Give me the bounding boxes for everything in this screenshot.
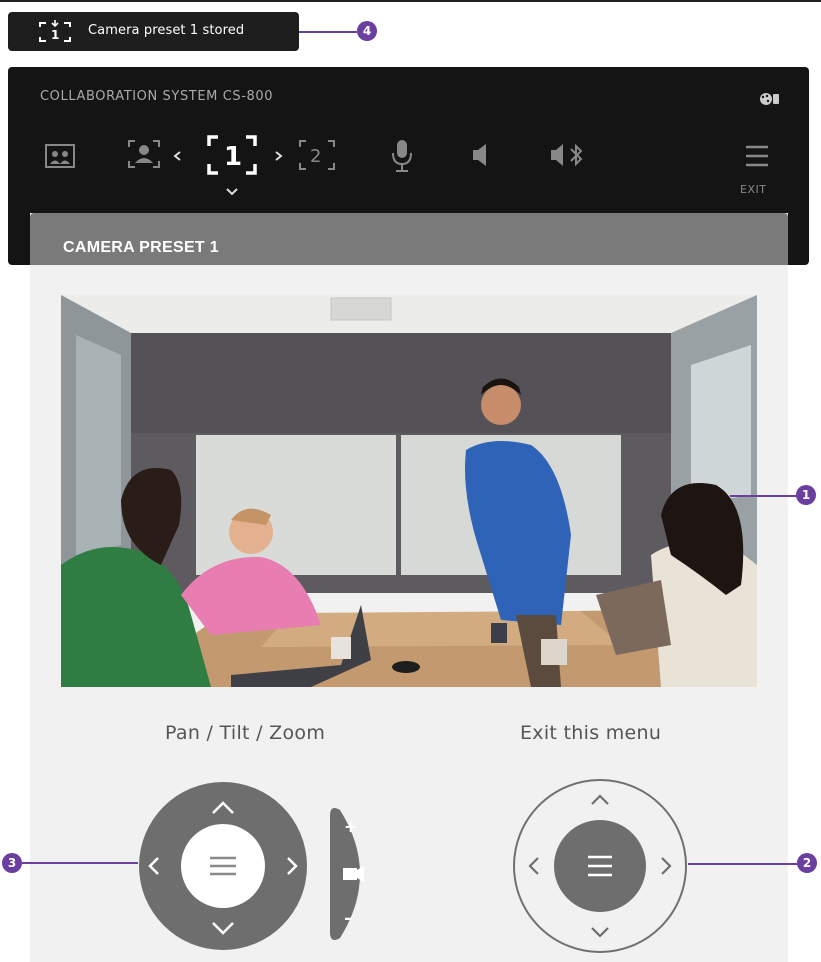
svg-text:1: 1	[224, 142, 242, 172]
volume-icon[interactable]	[470, 142, 492, 168]
camera-preview-image[interactable]	[61, 295, 757, 687]
system-title: COLLABORATION SYSTEM CS-800	[40, 89, 274, 104]
callout-1-line	[730, 495, 800, 497]
microphone-icon[interactable]	[390, 138, 414, 174]
callout-2: 2	[797, 853, 817, 873]
callout-3: 3	[2, 853, 22, 873]
exit-menu-dpad[interactable]	[512, 778, 688, 954]
zoom-control[interactable]: + –	[326, 804, 380, 944]
layout-icon[interactable]	[44, 141, 76, 171]
svg-text:2: 2	[310, 146, 321, 167]
toast-message: Camera preset 1 stored	[88, 23, 245, 38]
ptz-dpad[interactable]	[138, 781, 308, 951]
exit-label[interactable]: EXIT	[740, 183, 766, 196]
svg-text:1: 1	[51, 28, 59, 42]
preset-2-icon[interactable]: 2	[297, 138, 337, 172]
preset-dropdown-icon[interactable]	[225, 187, 239, 197]
panel-title: CAMERA PRESET 1	[63, 239, 219, 256]
callout-3-line	[22, 862, 138, 864]
preset-1-icon[interactable]: 1	[205, 132, 259, 178]
camera-preset-1-icon: 1	[39, 20, 71, 42]
callout-2-line	[688, 863, 798, 865]
callout-1: 1	[796, 485, 816, 505]
preset-next-icon[interactable]	[272, 150, 284, 162]
top-border	[0, 0, 821, 2]
zoom-in-icon: +	[344, 817, 357, 836]
status-icon	[760, 93, 779, 105]
zoom-out-icon: –	[344, 908, 353, 929]
exit-menu-label: Exit this menu	[520, 722, 662, 744]
callout-4-line	[299, 31, 357, 33]
preset-stored-toast: 1 Camera preset 1 stored	[8, 12, 299, 51]
ptz-label: Pan / Tilt / Zoom	[165, 722, 326, 744]
menu-icon[interactable]	[744, 144, 770, 168]
preset-prev-icon[interactable]	[172, 150, 184, 162]
callout-4: 4	[357, 21, 377, 41]
bluetooth-audio-icon[interactable]	[549, 142, 589, 168]
speaker-track-icon[interactable]	[126, 138, 162, 170]
